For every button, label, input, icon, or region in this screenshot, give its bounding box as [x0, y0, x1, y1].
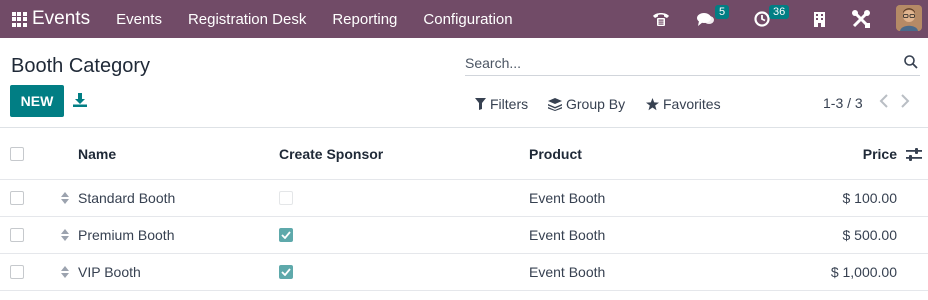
menu-registration-desk[interactable]: Registration Desk — [188, 11, 306, 28]
phone-icon[interactable] — [652, 0, 670, 38]
new-button[interactable]: NEW — [10, 85, 64, 117]
search-input[interactable] — [465, 52, 885, 74]
search-bar — [465, 52, 920, 76]
table-row[interactable]: Premium Booth Event Booth $ 500.00 — [0, 217, 928, 254]
messages-badge: 5 — [715, 5, 730, 19]
activities-badge: 36 — [769, 5, 790, 19]
create-sponsor-checkbox — [279, 191, 293, 205]
select-all-checkbox[interactable] — [10, 147, 24, 161]
row-name: Premium Booth — [78, 227, 175, 243]
row-select-checkbox[interactable] — [10, 265, 24, 279]
table-row[interactable]: Standard Booth Event Booth $ 100.00 — [0, 180, 928, 217]
select-all-checkbox-cell — [10, 129, 24, 179]
pager-value[interactable]: 1-3 / 3 — [823, 95, 863, 111]
messages-icon[interactable] — [697, 0, 715, 38]
column-header-price[interactable]: Price — [700, 129, 897, 179]
debug-tools-icon[interactable] — [850, 0, 872, 38]
row-product: Event Booth — [529, 190, 606, 206]
menu-events[interactable]: Events — [116, 11, 162, 28]
chevron-right-icon[interactable] — [900, 94, 912, 110]
download-icon[interactable] — [73, 93, 87, 109]
column-header-create-sponsor[interactable]: Create Sponsor — [279, 129, 383, 179]
search-icon[interactable] — [904, 55, 918, 69]
chevron-left-icon[interactable] — [879, 94, 891, 110]
booth-category-table: Name Create Sponsor Product Price Standa… — [0, 129, 928, 291]
row-price: $ 500.00 — [842, 227, 898, 243]
drag-handle-icon[interactable] — [61, 180, 69, 216]
table-header-row: Name Create Sponsor Product Price — [0, 129, 928, 180]
checkmark-icon — [281, 231, 291, 239]
checkmark-icon — [281, 268, 291, 276]
filters-label: Filters — [490, 96, 529, 112]
drag-handle-icon[interactable] — [61, 254, 69, 290]
activities-clock-icon[interactable] — [754, 0, 770, 38]
row-name: VIP Booth — [78, 264, 141, 280]
group-by-button[interactable]: Group By — [548, 96, 625, 112]
create-sponsor-checkbox — [279, 228, 293, 242]
user-avatar[interactable] — [896, 5, 922, 31]
control-panel: Booth Category NEW Filters Group By Favo… — [0, 38, 928, 128]
row-price: $ 1,000.00 — [830, 264, 897, 280]
row-price: $ 100.00 — [842, 190, 898, 206]
row-product: Event Booth — [529, 227, 606, 243]
table-row[interactable]: VIP Booth Event Booth $ 1,000.00 — [0, 254, 928, 291]
top-navbar: Events Events Registration Desk Reportin… — [0, 0, 928, 38]
filters-button[interactable]: Filters — [475, 96, 528, 112]
star-icon — [646, 97, 659, 110]
layers-icon — [548, 97, 562, 111]
optional-columns-sliders-icon[interactable] — [906, 129, 922, 179]
filter-icon — [475, 98, 486, 110]
row-select-checkbox[interactable] — [10, 228, 24, 242]
row-product: Event Booth — [529, 264, 606, 280]
row-select-checkbox[interactable] — [10, 191, 24, 205]
row-name: Standard Booth — [78, 190, 176, 206]
drag-handle-icon[interactable] — [61, 217, 69, 253]
create-sponsor-checkbox — [279, 265, 293, 279]
menu-reporting[interactable]: Reporting — [332, 11, 397, 28]
favorites-label: Favorites — [663, 96, 721, 112]
app-name[interactable]: Events — [32, 8, 90, 30]
column-header-name[interactable]: Name — [78, 129, 116, 179]
company-building-icon[interactable] — [813, 0, 825, 38]
group-by-label: Group By — [566, 96, 626, 112]
page-title: Booth Category — [11, 55, 150, 77]
menu-configuration[interactable]: Configuration — [423, 11, 512, 28]
favorites-button[interactable]: Favorites — [646, 96, 721, 112]
column-header-product[interactable]: Product — [529, 129, 582, 179]
